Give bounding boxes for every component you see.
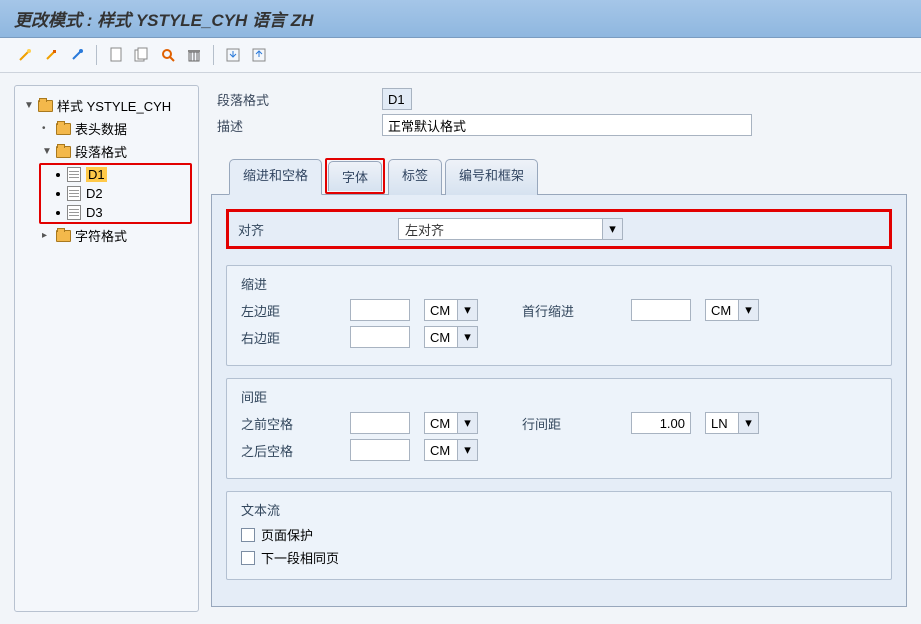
- separator: [96, 45, 97, 65]
- chevron-down-icon[interactable]: ▾: [458, 299, 478, 321]
- folder-icon: [38, 100, 53, 112]
- sheet-icon: [67, 186, 81, 201]
- first-indent-label: 首行缩进: [522, 301, 617, 320]
- first-indent-unit[interactable]: [705, 299, 739, 321]
- tab-indent-spacing[interactable]: 缩进和空格: [229, 159, 322, 195]
- indent-group: 缩进 左边距 ▾ 首行缩进 ▾ 右边距: [226, 265, 892, 366]
- expand-icon[interactable]: ▸: [42, 230, 52, 241]
- tree-item-d2[interactable]: D2: [53, 184, 190, 203]
- tab-bar: 缩进和空格 字体 标签 编号和框架: [211, 158, 907, 195]
- chevron-down-icon[interactable]: ▾: [458, 439, 478, 461]
- tree-char-label: 字符格式: [75, 226, 127, 245]
- tree-paragraph-format[interactable]: ▼ 段落格式: [39, 140, 192, 163]
- toolbar: [0, 38, 921, 73]
- paragraph-format-value: D1: [382, 88, 412, 110]
- tree-root-label: 样式 YSTYLE_CYH: [57, 96, 171, 115]
- alignment-row: 对齐 ▾: [226, 209, 892, 249]
- after-space-unit[interactable]: [424, 439, 458, 461]
- tab-tabs[interactable]: 标签: [388, 159, 442, 195]
- tree-char-format[interactable]: ▸ 字符格式: [39, 224, 192, 247]
- navigation-tree: ▼ 样式 YSTYLE_CYH • 表头数据 ▼ 段落格式 D1: [14, 85, 199, 612]
- sheet-icon: [67, 205, 81, 220]
- collapse-icon[interactable]: ▼: [24, 100, 34, 111]
- right-margin-input[interactable]: [350, 326, 410, 348]
- spacing-group: 间距 之前空格 ▾ 行间距 ▾ 之后空格: [226, 378, 892, 479]
- folder-icon: [56, 146, 71, 158]
- spacing-title: 间距: [241, 387, 877, 406]
- indent-title: 缩进: [241, 274, 877, 293]
- left-margin-input[interactable]: [350, 299, 410, 321]
- left-margin-label: 左边距: [241, 301, 336, 320]
- export-icon[interactable]: [248, 44, 270, 66]
- wand-icon[interactable]: [14, 44, 36, 66]
- page-protect-label: 页面保护: [261, 525, 313, 544]
- after-space-label: 之后空格: [241, 441, 336, 460]
- right-margin-unit[interactable]: [424, 326, 458, 348]
- desc-label: 描述: [217, 116, 382, 135]
- delete-icon[interactable]: [183, 44, 205, 66]
- chevron-down-icon[interactable]: ▾: [458, 326, 478, 348]
- right-margin-label: 右边距: [241, 328, 336, 347]
- tab-font[interactable]: 字体: [328, 161, 382, 191]
- import-icon[interactable]: [222, 44, 244, 66]
- tree-para-label: 段落格式: [75, 142, 127, 161]
- tree-header-data[interactable]: • 表头数据: [39, 117, 192, 140]
- before-space-label: 之前空格: [241, 414, 336, 433]
- pipette-icon[interactable]: [66, 44, 88, 66]
- separator: [213, 45, 214, 65]
- copy-doc-icon[interactable]: [131, 44, 153, 66]
- folder-icon: [56, 123, 71, 135]
- textflow-group: 文本流 页面保护 下一段相同页: [226, 491, 892, 580]
- brush-icon[interactable]: [40, 44, 62, 66]
- line-height-input[interactable]: [631, 412, 691, 434]
- tree-item-d3[interactable]: D3: [53, 203, 190, 222]
- next-same-page-label: 下一段相同页: [261, 548, 339, 567]
- left-margin-unit[interactable]: [424, 299, 458, 321]
- title-bar: 更改模式 : 样式 YSTYLE_CYH 语言 ZH: [0, 0, 921, 38]
- content-area: 段落格式 D1 描述 缩进和空格 字体 标签 编号和框架 对齐 ▾: [211, 85, 907, 612]
- textflow-title: 文本流: [241, 500, 877, 519]
- tab-numbering-frame[interactable]: 编号和框架: [445, 159, 538, 195]
- new-doc-icon[interactable]: [105, 44, 127, 66]
- folder-icon: [56, 230, 71, 242]
- chevron-down-icon[interactable]: ▾: [603, 218, 623, 240]
- chevron-down-icon[interactable]: ▾: [739, 412, 759, 434]
- tree-header-label: 表头数据: [75, 119, 127, 138]
- align-combo[interactable]: [398, 218, 603, 240]
- find-icon[interactable]: [157, 44, 179, 66]
- chevron-down-icon[interactable]: ▾: [739, 299, 759, 321]
- line-height-unit[interactable]: [705, 412, 739, 434]
- before-space-input[interactable]: [350, 412, 410, 434]
- line-height-label: 行间距: [522, 414, 617, 433]
- tab-panel: 对齐 ▾ 缩进 左边距 ▾ 首行缩进: [211, 194, 907, 607]
- collapse-icon[interactable]: ▼: [42, 146, 52, 157]
- before-space-unit[interactable]: [424, 412, 458, 434]
- tree-item-d1[interactable]: D1: [53, 165, 190, 184]
- sheet-icon: [67, 167, 81, 182]
- next-same-page-checkbox[interactable]: [241, 551, 255, 565]
- paragraph-format-label: 段落格式: [217, 90, 382, 109]
- page-protect-checkbox[interactable]: [241, 528, 255, 542]
- first-indent-input[interactable]: [631, 299, 691, 321]
- desc-field[interactable]: [382, 114, 752, 136]
- tree-root[interactable]: ▼ 样式 YSTYLE_CYH: [21, 94, 192, 117]
- after-space-input[interactable]: [350, 439, 410, 461]
- align-label: 对齐: [238, 220, 398, 239]
- chevron-down-icon[interactable]: ▾: [458, 412, 478, 434]
- page-title: 更改模式 : 样式 YSTYLE_CYH 语言 ZH: [14, 6, 313, 31]
